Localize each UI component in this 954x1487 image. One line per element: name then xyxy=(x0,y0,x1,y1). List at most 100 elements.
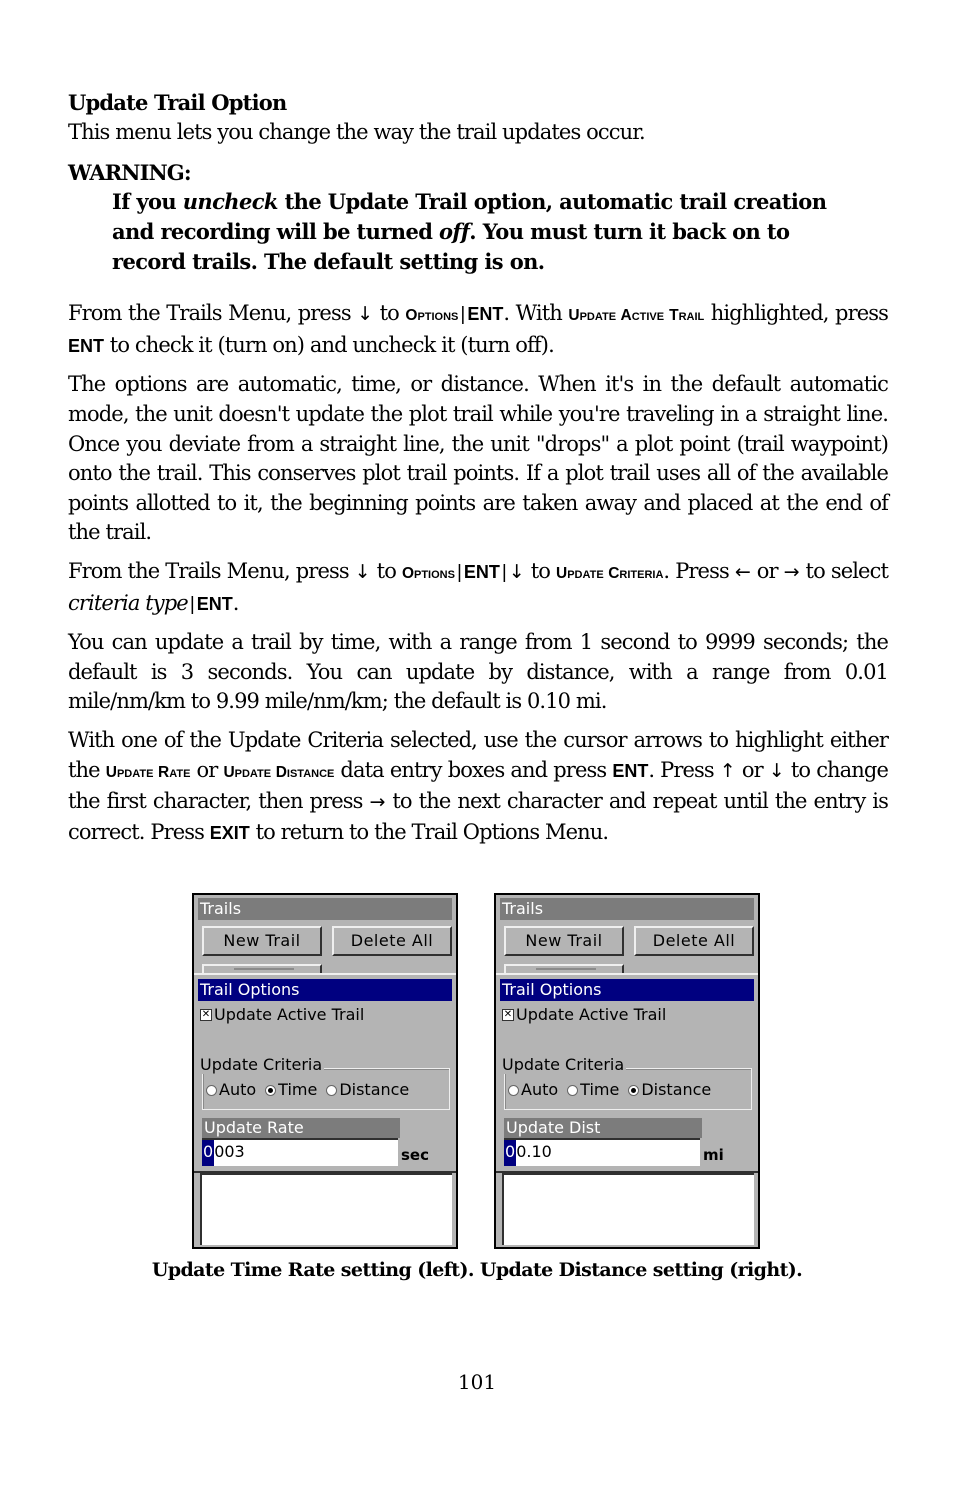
checkbox-checked-icon[interactable]: ✕ xyxy=(200,1009,212,1021)
new-trail-button[interactable]: New Trail xyxy=(202,926,322,956)
checkbox-checked-icon[interactable]: ✕ xyxy=(502,1009,514,1021)
key-ent: ENT xyxy=(467,304,504,325)
key-options: Options xyxy=(401,564,455,582)
separator: | xyxy=(501,561,507,583)
criteria-radio-group: Auto Time Distance xyxy=(508,1081,720,1099)
down-arrow-icon: ↓ xyxy=(354,560,371,583)
update-rate-input[interactable]: 0 003 xyxy=(202,1138,398,1166)
key-ent: ENT xyxy=(68,335,104,356)
criteria-type-emphasis: criteria type xyxy=(68,590,189,615)
radio-label: Distance xyxy=(339,1080,410,1099)
up-arrow-icon: ↑ xyxy=(719,759,736,782)
warning-text: If you xyxy=(112,189,183,215)
text: or xyxy=(750,558,784,583)
trail-options-title: Trail Options xyxy=(500,979,754,1001)
text: From the Trails Menu, press xyxy=(68,558,355,583)
delete-all-button[interactable]: Delete All xyxy=(634,926,754,956)
radio-unselected-icon[interactable] xyxy=(567,1084,579,1096)
text: data entry boxes and press xyxy=(334,757,613,782)
radio-label: Time xyxy=(580,1080,620,1099)
radio-time[interactable]: Time xyxy=(567,1081,619,1099)
intro-text: This menu lets you change the way the tr… xyxy=(68,120,646,144)
paragraph-automatic-mode: The options are automatic, time, or dist… xyxy=(68,372,889,545)
text: to xyxy=(370,558,402,583)
key-exit: EXIT xyxy=(209,822,250,843)
update-active-trail-checkbox-row[interactable]: ✕ Update Active Trail xyxy=(200,1004,364,1026)
radio-auto[interactable]: Auto xyxy=(508,1081,558,1099)
text: or xyxy=(735,757,769,782)
radio-auto[interactable]: Auto xyxy=(206,1081,256,1099)
screenshots-figure: Trails New Trail Delete All Trail Option… xyxy=(192,893,764,1251)
key-ent: ENT xyxy=(196,593,233,614)
text: . Press xyxy=(663,558,735,583)
update-rate-label: Update Rate xyxy=(202,1118,400,1138)
input-cursor: 0 xyxy=(504,1140,517,1166)
key-update-criteria: Update Criteria xyxy=(556,564,664,582)
radio-selected-icon[interactable] xyxy=(265,1084,277,1096)
text: . With xyxy=(503,301,569,326)
update-criteria-label: Update Criteria xyxy=(500,1055,627,1074)
text: to return to the Trail Options Menu. xyxy=(249,819,610,844)
radio-unselected-icon[interactable] xyxy=(508,1084,519,1096)
text: . xyxy=(232,590,240,615)
right-arrow-icon: → xyxy=(783,560,800,583)
down-arrow-icon: ↓ xyxy=(357,303,374,326)
radio-distance[interactable]: Distance xyxy=(628,1081,711,1099)
radio-time[interactable]: Time xyxy=(265,1081,317,1099)
trails-title-bar: Trails xyxy=(198,898,452,920)
paragraph-ranges: You can update a trail by time, with a r… xyxy=(68,630,889,714)
section-heading: Update Trail Option xyxy=(68,90,287,115)
right-arrow-icon: → xyxy=(369,791,386,814)
update-dist-label: Update Dist xyxy=(504,1118,702,1138)
criteria-radio-group: Auto Time Distance xyxy=(206,1081,418,1099)
text: to select xyxy=(799,558,889,583)
radio-label: Auto xyxy=(219,1080,257,1099)
text: From the Trails Menu, press xyxy=(68,301,358,326)
trail-list-area xyxy=(200,1173,452,1245)
text: to check it (turn on) and uncheck it (tu… xyxy=(104,332,555,357)
page-body: Update Trail Option This menu lets you c… xyxy=(68,88,889,848)
text: or xyxy=(190,757,224,782)
figure-caption: Update Time Rate setting (left). Update … xyxy=(151,1259,803,1281)
paragraph-data-entry: With one of the Update Criteria selected… xyxy=(68,726,889,848)
paragraph-criteria: From the Trails Menu, press ↓ to Options… xyxy=(68,557,889,619)
input-cursor: 0 xyxy=(202,1140,215,1166)
radio-unselected-icon[interactable] xyxy=(326,1084,338,1096)
warning-label: WARNING: xyxy=(68,159,192,185)
radio-distance[interactable]: Distance xyxy=(326,1081,409,1099)
trail-options-panel: Trail Options ✕ Update Active Trail Upda… xyxy=(194,973,456,1171)
down-arrow-icon: ↓ xyxy=(508,560,525,583)
delete-all-button[interactable]: Delete All xyxy=(332,926,452,956)
screen-update-time-rate: Trails New Trail Delete All Trail Option… xyxy=(192,893,458,1249)
text: to xyxy=(524,558,557,583)
radio-label: Distance xyxy=(641,1080,712,1099)
separator: | xyxy=(460,304,466,326)
warning-emphasis: uncheck xyxy=(182,189,279,215)
key-update-distance: Update Distance xyxy=(223,763,335,781)
page-number: 101 xyxy=(457,1370,497,1394)
new-trail-button[interactable]: New Trail xyxy=(504,926,624,956)
warning-body: If you uncheck the Update Trail option, … xyxy=(112,187,844,277)
unit-label: mi xyxy=(703,1146,724,1164)
trail-options-panel: Trail Options ✕ Update Active Trail Upda… xyxy=(496,973,758,1171)
left-arrow-icon: ← xyxy=(734,560,751,583)
paragraph-options: From the Trails Menu, press ↓ to Options… xyxy=(68,299,889,361)
update-criteria-label: Update Criteria xyxy=(198,1055,325,1074)
update-active-trail-label: Update Active Trail xyxy=(214,1005,365,1024)
key-options: Options xyxy=(405,307,459,325)
down-arrow-icon: ↓ xyxy=(768,759,785,782)
radio-label: Time xyxy=(278,1080,318,1099)
screen-update-distance: Trails New Trail Delete All Trail Option… xyxy=(494,893,760,1249)
radio-selected-icon[interactable] xyxy=(628,1084,640,1096)
text: to xyxy=(373,301,406,326)
trail-options-title: Trail Options xyxy=(198,979,452,1001)
key-ent: ENT xyxy=(612,760,649,781)
text: . Press xyxy=(648,757,720,782)
key-update-active-trail: Update Active Trail xyxy=(568,307,705,325)
update-dist-input[interactable]: 0 0.10 xyxy=(504,1138,700,1166)
separator: | xyxy=(189,593,195,615)
update-active-trail-checkbox-row[interactable]: ✕ Update Active Trail xyxy=(502,1004,666,1026)
radio-unselected-icon[interactable] xyxy=(206,1084,217,1096)
trail-list-area xyxy=(502,1173,754,1245)
key-update-rate: Update Rate xyxy=(105,763,191,781)
